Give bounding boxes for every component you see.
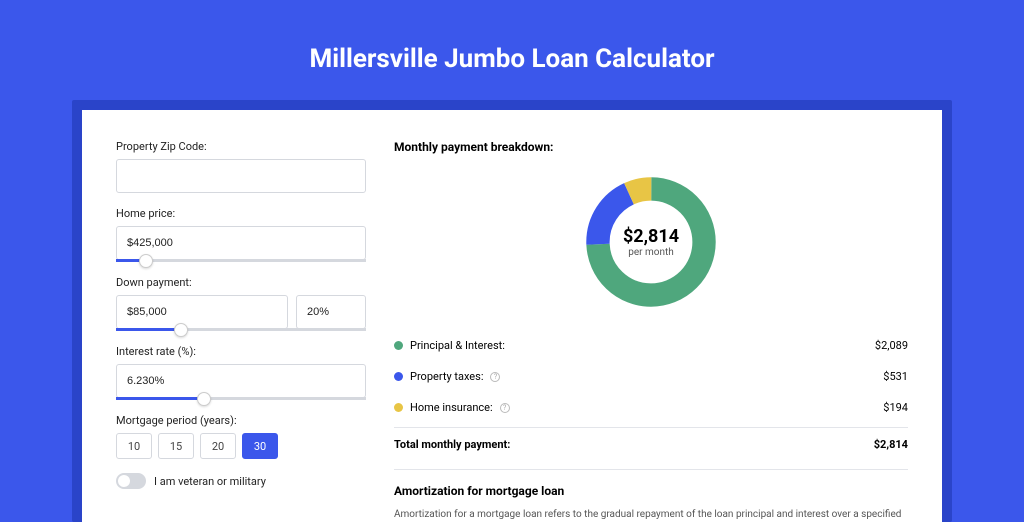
veteran-toggle[interactable] — [116, 473, 146, 489]
period-option-30[interactable]: 30 — [242, 433, 278, 459]
info-icon[interactable]: ? — [490, 372, 500, 382]
interest-rate-input[interactable] — [116, 364, 366, 398]
legend-label: Home insurance: — [410, 401, 493, 414]
payment-donut-chart: $2,814 per month — [581, 172, 721, 312]
donut-center-sub: per month — [628, 247, 674, 258]
interest-rate-label: Interest rate (%): — [116, 345, 366, 358]
mortgage-period-label: Mortgage period (years): — [116, 414, 366, 427]
home-price-slider[interactable] — [116, 259, 366, 262]
legend-dot-icon — [394, 403, 403, 412]
legend-dot-icon — [394, 372, 403, 381]
total-value: $2,814 — [874, 438, 908, 451]
price-group: Home price: — [116, 207, 366, 262]
legend-label: Principal & Interest: — [410, 339, 505, 352]
veteran-label: I am veteran or military — [154, 475, 266, 488]
total-label: Total monthly payment: — [394, 438, 510, 451]
zip-label: Property Zip Code: — [116, 140, 366, 153]
page-title: Millersville Jumbo Loan Calculator — [0, 0, 1024, 100]
period-group: Mortgage period (years): 10 15 20 30 — [116, 414, 366, 459]
breakdown-title: Monthly payment breakdown: — [394, 140, 908, 154]
interest-rate-slider[interactable] — [116, 397, 366, 400]
form-panel: Property Zip Code: Home price: Down paym… — [116, 140, 366, 522]
info-icon[interactable]: ? — [500, 403, 510, 413]
breakdown-panel: Monthly payment breakdown: $2,814 per mo… — [394, 140, 908, 522]
slider-thumb[interactable] — [139, 254, 153, 268]
legend-label: Property taxes: — [410, 370, 483, 383]
amortization-text: Amortization for a mortgage loan refers … — [394, 508, 908, 522]
amortization-title: Amortization for mortgage loan — [394, 469, 908, 498]
legend-dot-icon — [394, 341, 403, 350]
card-backdrop: Property Zip Code: Home price: Down paym… — [72, 100, 952, 522]
donut-center-value: $2,814 — [623, 226, 679, 247]
legend-value: $531 — [883, 370, 908, 383]
down-payment-input[interactable] — [116, 295, 288, 329]
legend-row-principal: Principal & Interest: $2,089 — [394, 330, 908, 361]
zip-group: Property Zip Code: — [116, 140, 366, 193]
legend-value: $2,089 — [875, 339, 908, 352]
mortgage-period-options: 10 15 20 30 — [116, 433, 366, 459]
calculator-card: Property Zip Code: Home price: Down paym… — [82, 110, 942, 522]
down-payment-group: Down payment: — [116, 276, 366, 331]
slider-thumb[interactable] — [197, 392, 211, 406]
period-option-20[interactable]: 20 — [200, 433, 236, 459]
legend-value: $194 — [883, 401, 908, 414]
rate-group: Interest rate (%): — [116, 345, 366, 400]
veteran-toggle-row: I am veteran or military — [116, 473, 366, 489]
down-payment-label: Down payment: — [116, 276, 366, 289]
zip-input[interactable] — [116, 159, 366, 193]
total-row: Total monthly payment: $2,814 — [394, 428, 908, 469]
legend-row-taxes: Property taxes: ? $531 — [394, 361, 908, 392]
home-price-label: Home price: — [116, 207, 366, 220]
slider-thumb[interactable] — [174, 323, 188, 337]
down-payment-slider[interactable] — [116, 328, 366, 331]
period-option-10[interactable]: 10 — [116, 433, 152, 459]
period-option-15[interactable]: 15 — [158, 433, 194, 459]
home-price-input[interactable] — [116, 226, 366, 260]
legend-row-insurance: Home insurance: ? $194 — [394, 392, 908, 423]
down-payment-percent-input[interactable] — [296, 295, 366, 329]
